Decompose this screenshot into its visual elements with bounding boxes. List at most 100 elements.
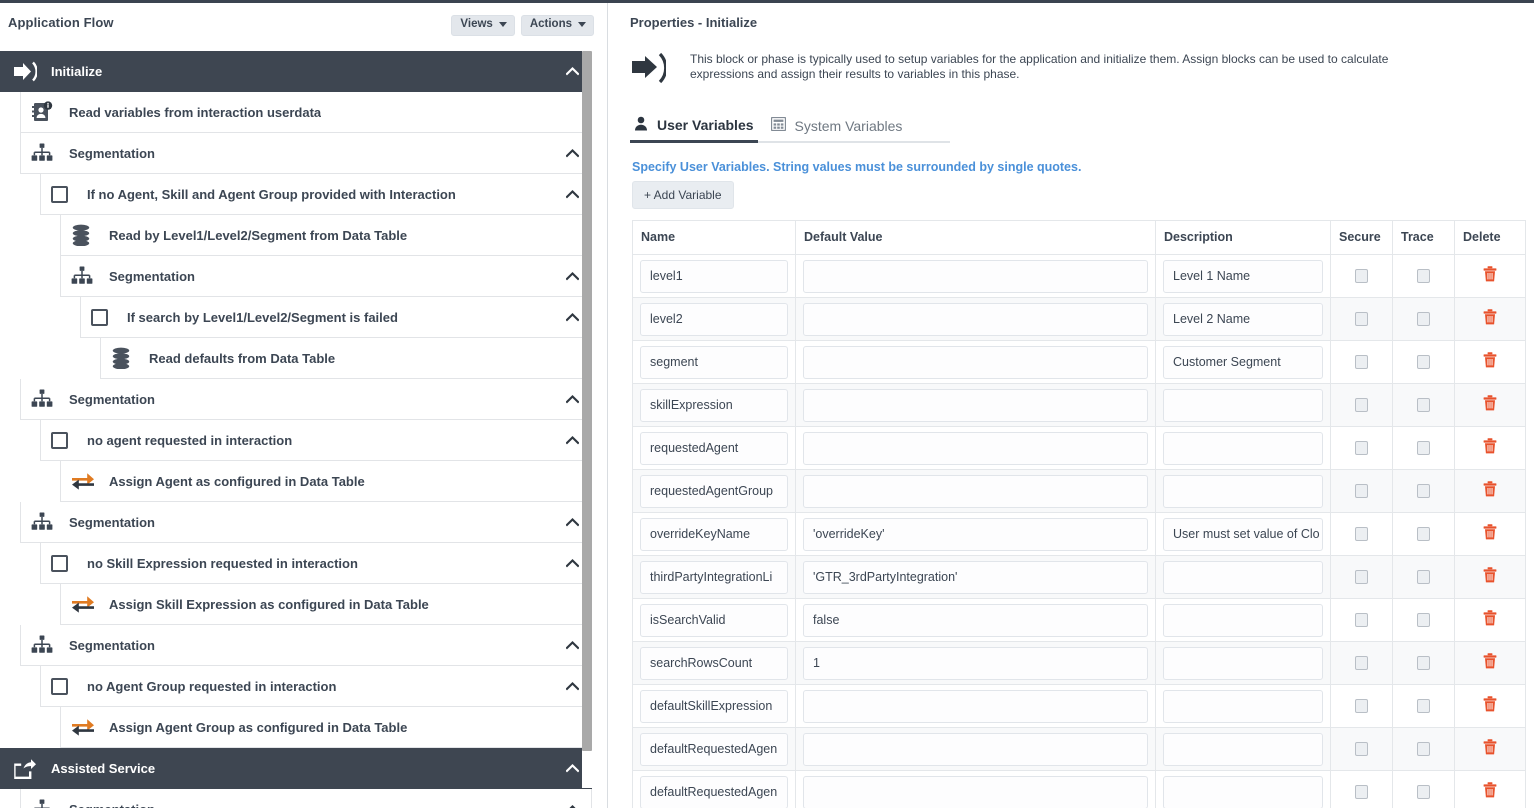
variable-name-input[interactable]: level2 xyxy=(640,303,788,336)
flow-node-read-variables-from-interaction-userdata[interactable]: Read variables from interaction userdata xyxy=(0,92,592,133)
chevron-up-icon[interactable] xyxy=(566,190,579,199)
flow-node-read-by-level1-level2-segment-from-data-table[interactable]: Read by Level1/Level2/Segment from Data … xyxy=(0,215,592,256)
flow-node-body[interactable]: Segmentation xyxy=(20,625,592,666)
secure-checkbox[interactable] xyxy=(1355,699,1368,713)
delete-icon[interactable] xyxy=(1483,567,1497,588)
secure-checkbox[interactable] xyxy=(1355,398,1368,412)
variable-description-input[interactable]: Customer Segment xyxy=(1163,346,1323,379)
flow-node-body[interactable]: If no Agent, Skill and Agent Group provi… xyxy=(40,174,592,215)
flow-tree[interactable]: InitializeRead variables from interactio… xyxy=(0,51,605,808)
secure-checkbox[interactable] xyxy=(1355,355,1368,369)
flow-node-segmentation[interactable]: Segmentation xyxy=(0,379,592,420)
flow-node-if-no-agent-skill-and-agent-group-provided-with-interaction[interactable]: If no Agent, Skill and Agent Group provi… xyxy=(0,174,592,215)
views-dropdown[interactable]: Views xyxy=(451,15,514,36)
variable-name-input[interactable]: defaultRequestedAgen xyxy=(640,733,788,766)
flow-tree-scrollbar-thumb[interactable] xyxy=(582,51,592,751)
variable-name-input[interactable]: requestedAgentGroup xyxy=(640,475,788,508)
flow-node-segmentation[interactable]: Segmentation xyxy=(0,789,592,808)
variable-description-input[interactable] xyxy=(1163,733,1323,766)
checkbox-icon[interactable] xyxy=(51,555,68,572)
variable-description-input[interactable] xyxy=(1163,475,1323,508)
variable-name-input[interactable]: isSearchValid xyxy=(640,604,788,637)
trace-checkbox[interactable] xyxy=(1417,441,1430,455)
variable-name-input[interactable]: overrideKeyName xyxy=(640,518,788,551)
checkbox-icon[interactable] xyxy=(91,309,108,326)
chevron-up-icon[interactable] xyxy=(566,436,579,445)
secure-checkbox[interactable] xyxy=(1355,742,1368,756)
variable-name-input[interactable]: skillExpression xyxy=(640,389,788,422)
flow-node-no-agent-requested-in-interaction[interactable]: no agent requested in interaction xyxy=(0,420,592,461)
variable-description-input[interactable] xyxy=(1163,389,1323,422)
flow-node-if-search-by-level1-level2-segment-is-failed[interactable]: If search by Level1/Level2/Segment is fa… xyxy=(0,297,592,338)
variable-value-input[interactable] xyxy=(803,776,1148,808)
chevron-up-icon[interactable] xyxy=(566,67,579,76)
flow-node-body[interactable]: Segmentation xyxy=(20,502,592,543)
flow-node-body[interactable]: no Skill Expression requested in interac… xyxy=(40,543,592,584)
trace-checkbox[interactable] xyxy=(1417,527,1430,541)
variable-value-input[interactable] xyxy=(803,346,1148,379)
chevron-up-icon[interactable] xyxy=(566,518,579,527)
variable-value-input[interactable] xyxy=(803,260,1148,293)
flow-node-body[interactable]: Read by Level1/Level2/Segment from Data … xyxy=(60,215,592,256)
secure-checkbox[interactable] xyxy=(1355,656,1368,670)
variable-name-input[interactable]: thirdPartyIntegrationLi xyxy=(640,561,788,594)
trace-checkbox[interactable] xyxy=(1417,570,1430,584)
flow-node-no-skill-expression-requested-in-interaction[interactable]: no Skill Expression requested in interac… xyxy=(0,543,592,584)
trace-checkbox[interactable] xyxy=(1417,613,1430,627)
flow-node-no-agent-group-requested-in-interaction[interactable]: no Agent Group requested in interaction xyxy=(0,666,592,707)
chevron-up-icon[interactable] xyxy=(566,764,579,773)
secure-checkbox[interactable] xyxy=(1355,484,1368,498)
flow-node-body[interactable]: Segmentation xyxy=(20,133,592,174)
delete-icon[interactable] xyxy=(1483,782,1497,803)
variable-value-input[interactable] xyxy=(803,733,1148,766)
tab-user-variables[interactable]: User Variables xyxy=(630,111,767,141)
delete-icon[interactable] xyxy=(1483,481,1497,502)
chevron-up-icon[interactable] xyxy=(566,395,579,404)
chevron-up-icon[interactable] xyxy=(566,149,579,158)
checkbox-icon[interactable] xyxy=(51,186,68,203)
checkbox-icon[interactable] xyxy=(91,306,119,328)
variable-description-input[interactable] xyxy=(1163,604,1323,637)
variable-value-input[interactable]: 'GTR_3rdPartyIntegration' xyxy=(803,561,1148,594)
tab-system-variables[interactable]: System Variables xyxy=(767,112,916,141)
chevron-up-icon[interactable] xyxy=(566,313,579,322)
flow-node-read-defaults-from-data-table[interactable]: Read defaults from Data Table xyxy=(0,338,592,379)
flow-node-body[interactable]: Segmentation xyxy=(20,789,592,808)
delete-icon[interactable] xyxy=(1483,309,1497,330)
trace-checkbox[interactable] xyxy=(1417,484,1430,498)
delete-icon[interactable] xyxy=(1483,352,1497,373)
flow-node-body[interactable]: Read variables from interaction userdata xyxy=(20,92,592,133)
delete-icon[interactable] xyxy=(1483,696,1497,717)
trace-checkbox[interactable] xyxy=(1417,742,1430,756)
variable-value-input[interactable]: 'overrideKey' xyxy=(803,518,1148,551)
checkbox-icon[interactable] xyxy=(51,183,79,205)
trace-checkbox[interactable] xyxy=(1417,269,1430,283)
flow-node-body[interactable]: Assign Agent as configured in Data Table xyxy=(60,461,592,502)
variable-description-input[interactable]: Level 2 Name xyxy=(1163,303,1323,336)
variable-value-input[interactable] xyxy=(803,432,1148,465)
flow-node-assign-skill-expression-as-configured-in-data-table[interactable]: Assign Skill Expression as configured in… xyxy=(0,584,592,625)
flow-node-segmentation[interactable]: Segmentation xyxy=(0,625,592,666)
variable-name-input[interactable]: requestedAgent xyxy=(640,432,788,465)
variable-name-input[interactable]: searchRowsCount xyxy=(640,647,788,680)
flow-node-body[interactable]: Assisted Service xyxy=(0,748,592,789)
delete-icon[interactable] xyxy=(1483,524,1497,545)
variable-value-input[interactable]: 1 xyxy=(803,647,1148,680)
variable-value-input[interactable]: false xyxy=(803,604,1148,637)
variable-description-input[interactable]: User must set value of Clo xyxy=(1163,518,1323,551)
variable-name-input[interactable]: segment xyxy=(640,346,788,379)
flow-node-segmentation[interactable]: Segmentation xyxy=(0,256,592,297)
variable-value-input[interactable] xyxy=(803,303,1148,336)
delete-icon[interactable] xyxy=(1483,395,1497,416)
flow-tree-scrollbar[interactable] xyxy=(582,51,592,788)
checkbox-icon[interactable] xyxy=(51,675,79,697)
variable-value-input[interactable] xyxy=(803,690,1148,723)
trace-checkbox[interactable] xyxy=(1417,656,1430,670)
checkbox-icon[interactable] xyxy=(51,432,68,449)
chevron-up-icon[interactable] xyxy=(566,559,579,568)
variable-description-input[interactable] xyxy=(1163,776,1323,808)
delete-icon[interactable] xyxy=(1483,438,1497,459)
secure-checkbox[interactable] xyxy=(1355,785,1368,799)
trace-checkbox[interactable] xyxy=(1417,398,1430,412)
variable-value-input[interactable] xyxy=(803,475,1148,508)
